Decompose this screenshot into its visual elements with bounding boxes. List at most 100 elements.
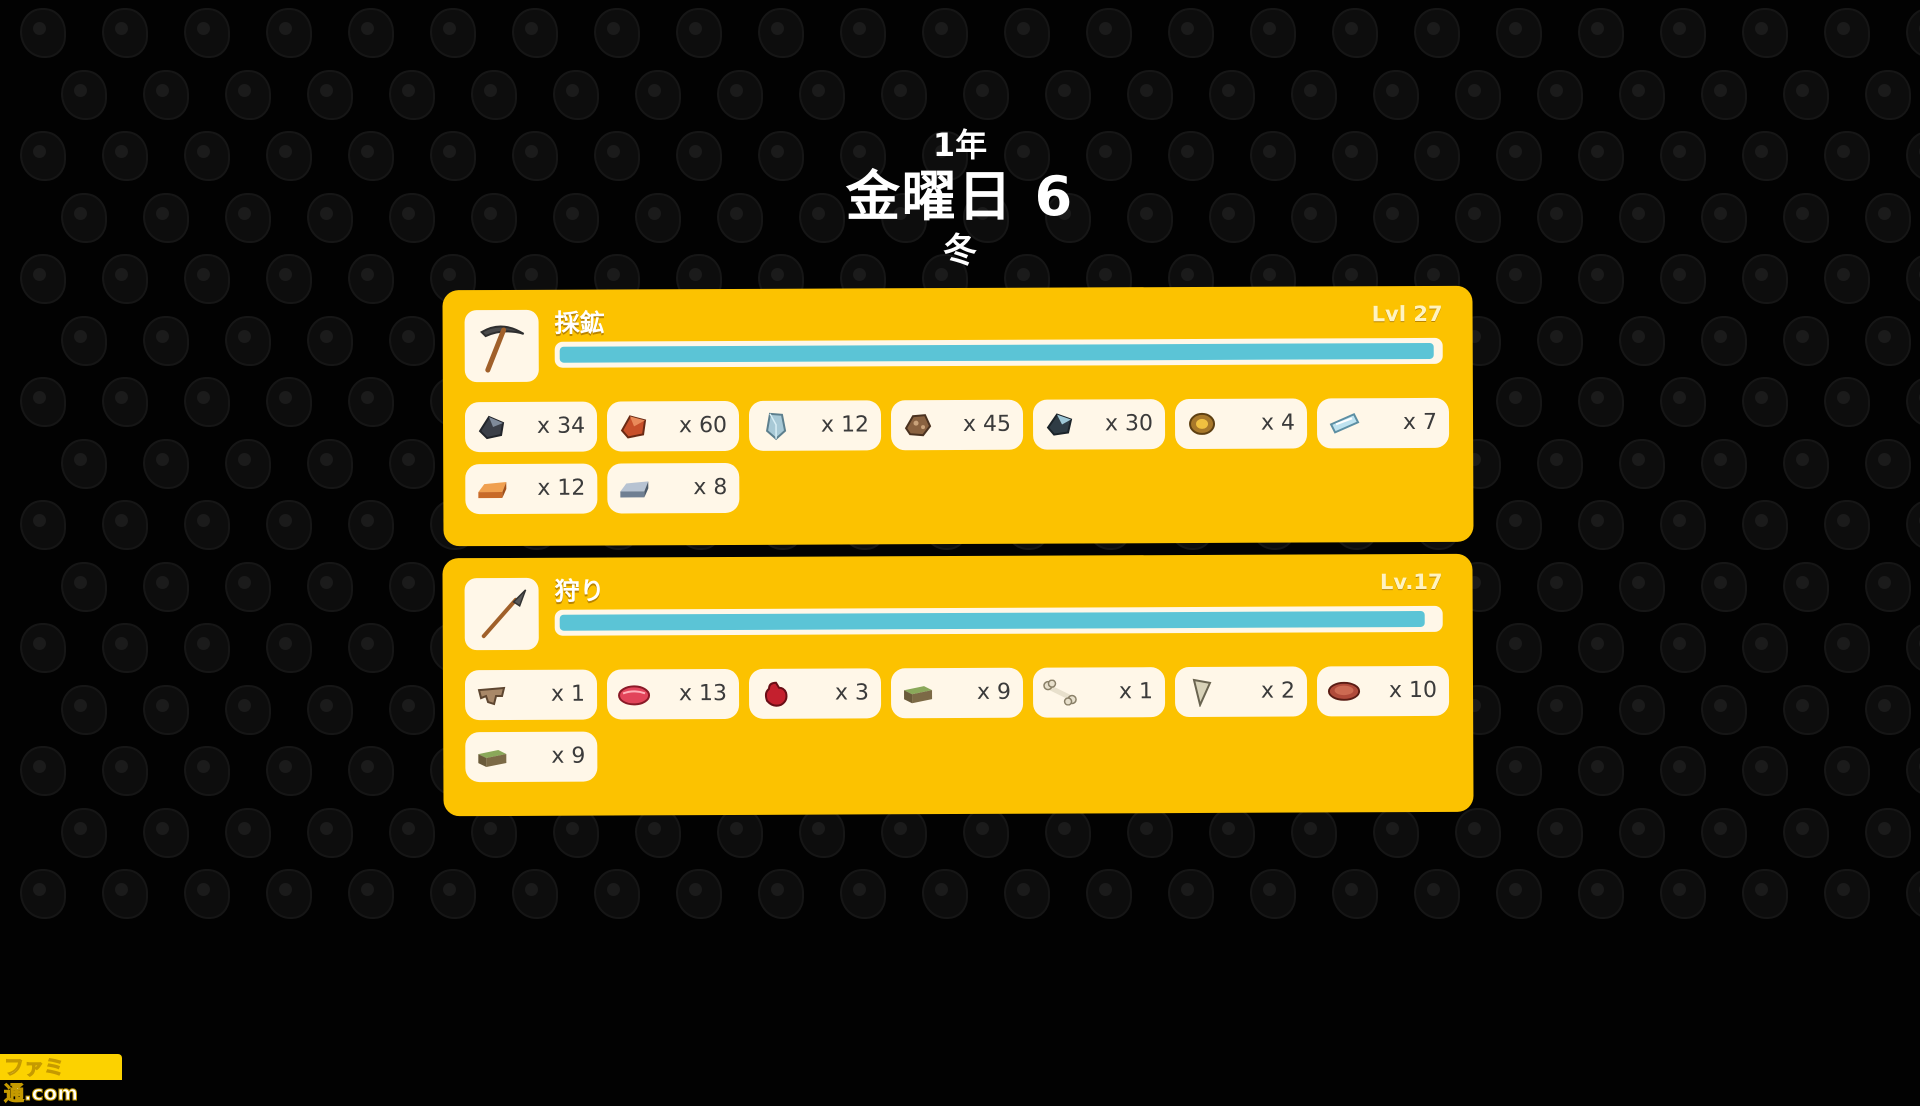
background-blob [1906,623,1920,673]
background-blob [61,315,107,366]
background-blob [1865,69,1911,120]
background-blob [1660,500,1706,550]
background-blob [1865,315,1911,366]
background-blob [512,8,558,58]
item-chip[interactable]: x 8 [607,462,740,514]
background-blob [1578,869,1624,919]
date-day: 金曜日 6 [845,165,1075,228]
background-blob [389,69,435,120]
item-chip[interactable]: x 1 [464,669,598,721]
item-chip[interactable]: x 12 [465,463,598,515]
item-count: x 12 [820,412,870,438]
item-chip[interactable]: x 13 [606,668,740,720]
item-count: x 7 [1402,409,1438,436]
background-blob [1742,746,1788,796]
item-chip[interactable]: x 9 [465,731,598,783]
skill-panel-hunting: 狩り Lv.17 x 1 x 13 x 3 x 9 x 1 x 2 x 10 x… [442,553,1474,817]
tooth-icon [1185,676,1219,708]
background-blob [1824,869,1870,919]
background-blob [1701,315,1747,366]
background-blob [1414,8,1460,58]
background-blob [266,500,312,550]
xp-bar-fill [559,342,1434,363]
background-blob [20,623,66,673]
background-blob [1250,869,1296,919]
background-blob [1537,561,1583,612]
background-blob [143,438,189,489]
background-blob [1578,500,1624,550]
item-chip[interactable]: x 60 [606,400,740,452]
item-count: x 30 [1104,411,1154,437]
background-blob [348,869,394,919]
background-blob [1619,315,1665,366]
background-blob [881,807,927,858]
background-blob [1742,623,1788,673]
background-blob [143,315,189,366]
item-chip[interactable]: x 2 [1174,666,1308,718]
background-blob [1414,869,1460,919]
item-chip[interactable]: x 3 [748,668,882,719]
background-blob [184,869,230,919]
background-blob [20,869,66,919]
background-blob [184,8,230,58]
item-chip[interactable]: x 9 [890,667,1024,719]
background-blob [1824,746,1870,796]
background-blob [676,869,722,919]
item-count: x 9 [551,743,586,769]
background-blob [1865,561,1911,612]
background-blob [307,561,353,612]
background-blob [1578,377,1624,427]
item-chip[interactable]: x 7 [1316,397,1450,449]
background-blob [1373,807,1419,858]
background-blob [1537,438,1583,489]
background-blob [184,746,230,796]
item-chip[interactable]: x 10 [1316,665,1450,717]
background-blob [1086,869,1132,919]
background-blob [1537,807,1583,858]
item-chip[interactable]: x 30 [1032,399,1166,450]
background-blob [1496,8,1542,58]
background-blob [594,869,640,919]
background-blob [389,684,435,735]
item-chip[interactable]: x 12 [748,400,882,451]
background-blob [1906,869,1920,919]
background-blob [266,8,312,58]
background-blob [430,869,476,919]
background-blob [1619,684,1665,735]
background-blob [1660,623,1706,673]
background-blob [1865,807,1911,858]
background-blob [1824,500,1870,550]
background-blob [1291,807,1337,858]
background-blob [61,561,107,612]
background-blob [840,869,886,919]
background-blob [307,438,353,489]
copper-bar-icon [475,473,509,505]
item-count: x 34 [536,413,586,439]
background-blob [61,684,107,735]
background-blob [1742,8,1788,58]
background-blob [307,315,353,366]
background-blob [1619,69,1665,120]
item-chip[interactable]: x 45 [890,399,1024,451]
item-count: x 13 [678,681,728,707]
hide-icon [475,679,509,711]
item-chip[interactable]: x 1 [1032,667,1166,718]
background-blob [1127,69,1173,120]
item-chip[interactable]: x 34 [464,401,598,453]
background-blob [1824,377,1870,427]
background-blob [307,69,353,120]
background-blob [758,8,804,58]
background-blob [266,623,312,673]
background-blob [20,500,66,550]
background-blob [1209,69,1255,120]
date-year: 1年 [932,126,988,164]
background-blob [1578,623,1624,673]
background-blob [594,8,640,58]
background-blob [1496,746,1542,796]
background-blob [1701,438,1747,489]
background-blob [225,561,271,612]
skill-panel-mining: 採鉱 Lvl 27 x 34 x 60 x 12 x 45 x 30 x 4 x… [442,285,1474,547]
item-count: x 12 [537,475,586,501]
coal-ore-icon [475,411,509,443]
item-chip[interactable]: x 4 [1174,398,1308,450]
